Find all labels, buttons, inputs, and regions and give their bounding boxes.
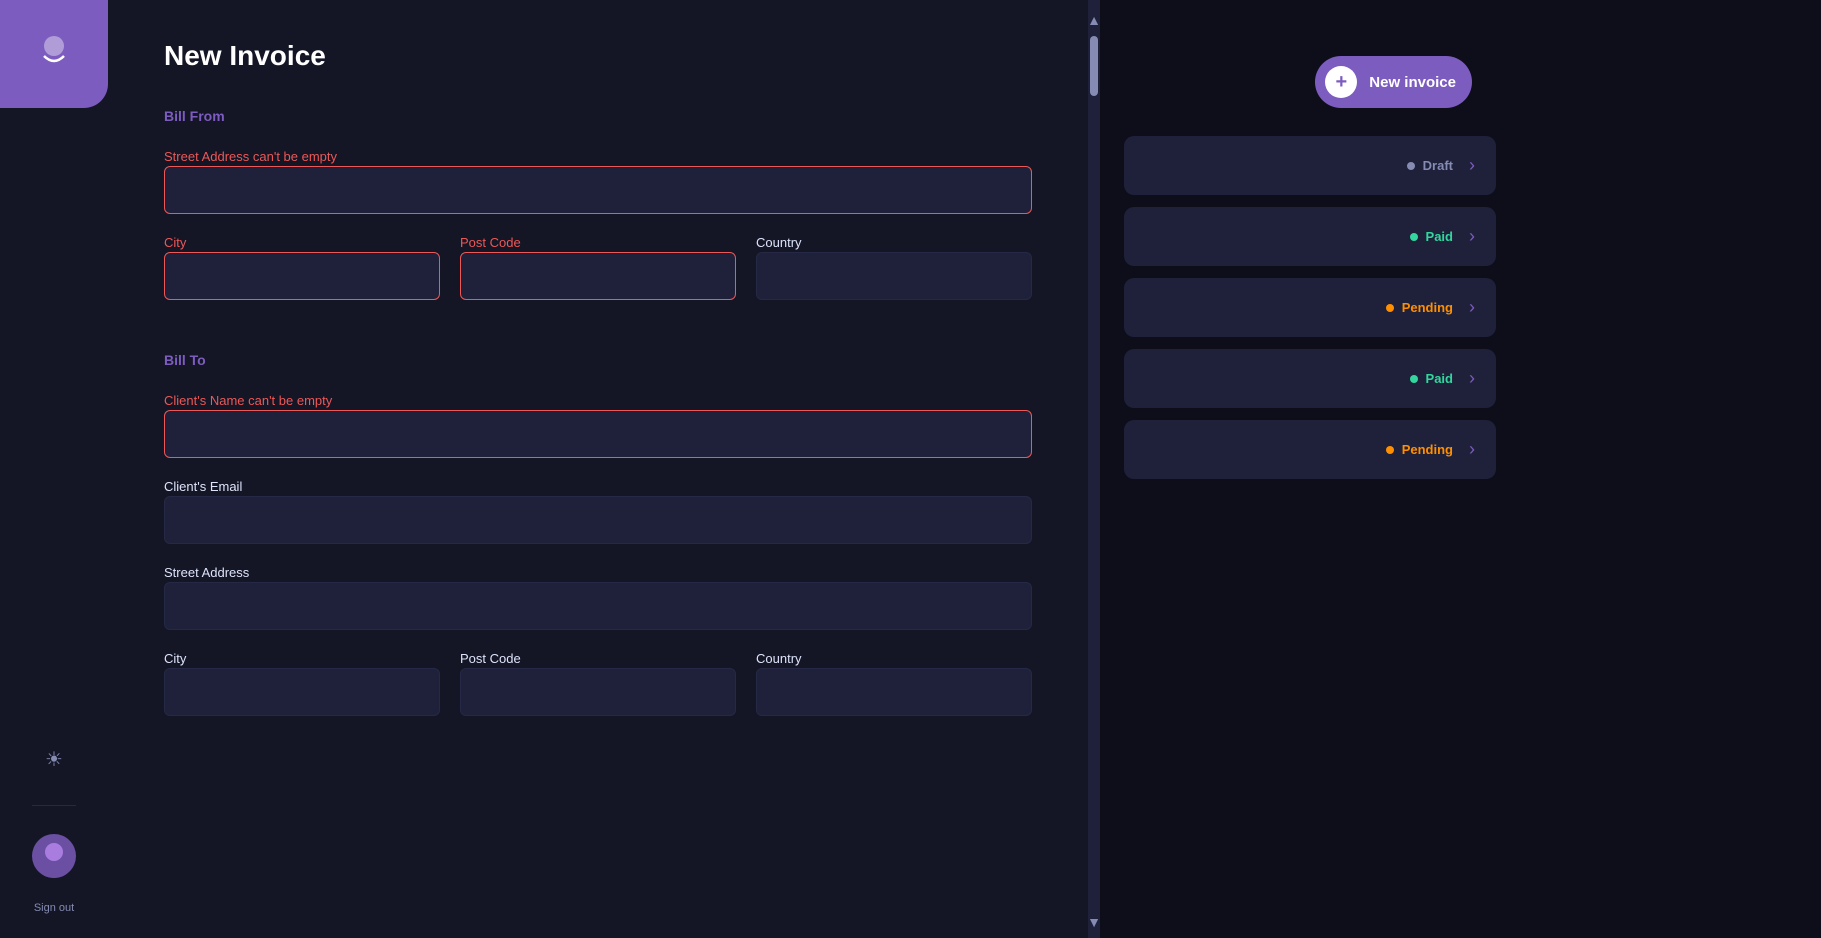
status-text-1: Paid [1426, 229, 1453, 244]
main-form-area: New Invoice Bill From Street Address can… [108, 0, 1088, 938]
sidebar-bottom: ☀ Sign out [32, 741, 76, 938]
status-dot-4 [1386, 446, 1394, 454]
street-address-to-label: Street Address [164, 565, 249, 580]
city-postcode-country-to-row: City Post Code Country [164, 650, 1032, 736]
clients-email-group: Client's Email [164, 478, 1032, 544]
bill-to-section: Bill To [164, 352, 1032, 368]
clients-name-label: Client's Name can't be empty [164, 393, 332, 408]
status-text-2: Pending [1402, 300, 1453, 315]
invoice-item-4[interactable]: Pending › [1124, 420, 1496, 479]
post-code-to-input[interactable] [460, 668, 736, 716]
status-dot-1 [1410, 233, 1418, 241]
clients-email-label: Client's Email [164, 479, 242, 494]
new-invoice-label: New invoice [1369, 74, 1456, 91]
country-to-group: Country [756, 650, 1032, 716]
new-invoice-button[interactable]: + New invoice [1315, 56, 1472, 108]
country-from-label: Country [756, 235, 802, 250]
middle-scrollbar[interactable]: ▲ ▼ [1088, 0, 1100, 938]
post-code-to-label: Post Code [460, 651, 521, 666]
street-address-from-input[interactable] [164, 166, 1032, 214]
city-from-input[interactable] [164, 252, 440, 300]
page-title: New Invoice [164, 40, 1032, 72]
clients-name-input[interactable] [164, 410, 1032, 458]
status-dot-2 [1386, 304, 1394, 312]
post-code-to-group: Post Code [460, 650, 736, 716]
chevron-right-icon-4: › [1469, 439, 1475, 460]
plus-icon: + [1325, 66, 1357, 98]
bill-to-label: Bill To [164, 352, 1032, 368]
scrollbar-thumb[interactable] [1090, 36, 1098, 96]
invoice-item-3[interactable]: Paid › [1124, 349, 1496, 408]
chevron-right-icon-2: › [1469, 297, 1475, 318]
status-text-4: Pending [1402, 442, 1453, 457]
country-to-label: Country [756, 651, 802, 666]
city-to-group: City [164, 650, 440, 716]
chevron-right-icon-3: › [1469, 368, 1475, 389]
city-postcode-country-row: City Post Code Country [164, 234, 1032, 320]
sidebar: ☀ Sign out [0, 0, 108, 938]
country-from-input[interactable] [756, 252, 1032, 300]
post-code-from-group: Post Code [460, 234, 736, 300]
chevron-right-icon-0: › [1469, 155, 1475, 176]
invoice-item-2[interactable]: Pending › [1124, 278, 1496, 337]
status-badge-3: Paid [1410, 371, 1453, 386]
status-badge-1: Paid [1410, 229, 1453, 244]
sun-icon: ☀ [45, 747, 63, 772]
status-dot-0 [1407, 162, 1415, 170]
status-badge-0: Draft [1407, 158, 1453, 173]
street-address-from-group: Street Address can't be empty [164, 148, 1032, 214]
status-text-0: Draft [1423, 158, 1453, 173]
city-to-label: City [164, 651, 186, 666]
street-address-to-input[interactable] [164, 582, 1032, 630]
status-badge-2: Pending [1386, 300, 1453, 315]
post-code-from-input[interactable] [460, 252, 736, 300]
invoice-item-1[interactable]: Paid › [1124, 207, 1496, 266]
chevron-right-icon-1: › [1469, 226, 1475, 247]
country-from-group: Country [756, 234, 1032, 300]
sidebar-logo [0, 0, 108, 108]
clients-name-group: Client's Name can't be empty [164, 392, 1032, 458]
user-avatar[interactable] [32, 834, 76, 878]
sign-out-label: Sign out [34, 902, 74, 914]
status-text-3: Paid [1426, 371, 1453, 386]
city-from-group: City [164, 234, 440, 300]
status-dot-3 [1410, 375, 1418, 383]
city-from-label: City [164, 235, 186, 250]
bill-from-label: Bill From [164, 108, 1032, 124]
street-address-from-label: Street Address can't be empty [164, 149, 337, 164]
theme-toggle-button[interactable]: ☀ [36, 741, 72, 777]
country-to-input[interactable] [756, 668, 1032, 716]
city-to-input[interactable] [164, 668, 440, 716]
invoice-list: Draft › Paid › Pending › Paid › [1100, 136, 1520, 479]
right-panel: + New invoice Draft › Paid › Pending › [1100, 0, 1520, 938]
clients-email-input[interactable] [164, 496, 1032, 544]
bill-from-section: Bill From [164, 108, 1032, 124]
status-badge-4: Pending [1386, 442, 1453, 457]
logo-icon [32, 28, 76, 81]
street-address-to-group: Street Address [164, 564, 1032, 630]
invoice-item-0[interactable]: Draft › [1124, 136, 1496, 195]
post-code-from-label: Post Code [460, 235, 521, 250]
